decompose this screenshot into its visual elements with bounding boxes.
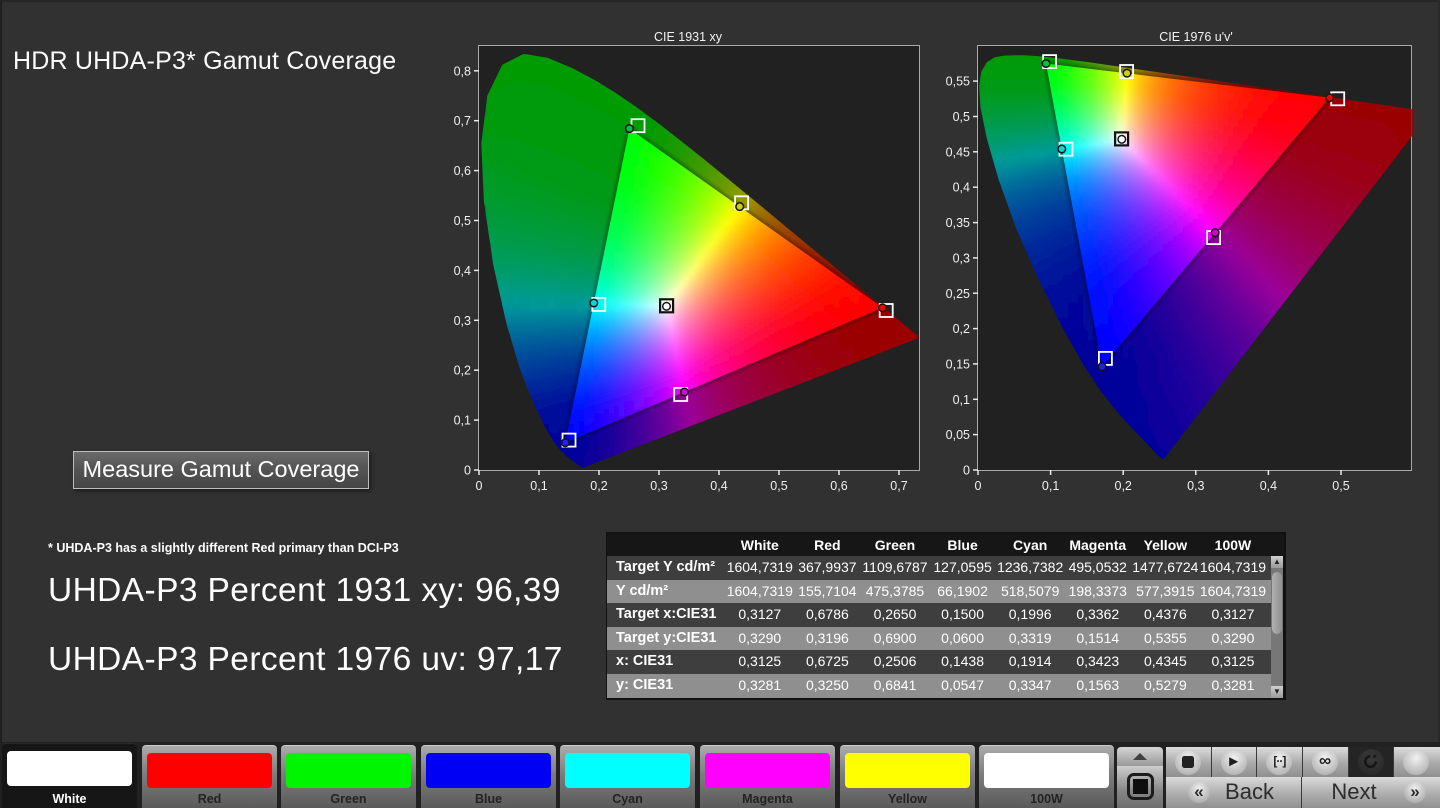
- svg-text:0,15: 0,15: [946, 357, 970, 371]
- svg-text:0,1: 0,1: [530, 479, 547, 493]
- svg-text:0,4: 0,4: [454, 264, 471, 278]
- svg-text:0,7: 0,7: [890, 479, 907, 493]
- svg-text:0,6: 0,6: [454, 164, 471, 178]
- svg-text:0,3: 0,3: [1187, 479, 1204, 493]
- svg-text:0,2: 0,2: [953, 322, 970, 336]
- svg-text:0,7: 0,7: [454, 114, 471, 128]
- svg-text:0,25: 0,25: [946, 287, 970, 301]
- svg-text:0,3: 0,3: [650, 479, 667, 493]
- svg-text:0,05: 0,05: [946, 428, 970, 442]
- svg-text:0,55: 0,55: [946, 75, 970, 89]
- svg-text:0,3: 0,3: [454, 314, 471, 328]
- svg-text:0,45: 0,45: [946, 145, 970, 159]
- svg-text:CIE 1931 xy: CIE 1931 xy: [654, 30, 723, 44]
- svg-text:0,5: 0,5: [770, 479, 787, 493]
- svg-text:0,2: 0,2: [1115, 479, 1132, 493]
- svg-text:0,1: 0,1: [953, 393, 970, 407]
- svg-text:0,4: 0,4: [953, 181, 970, 195]
- svg-text:0,6: 0,6: [830, 479, 847, 493]
- svg-text:0: 0: [464, 464, 471, 478]
- svg-text:0,4: 0,4: [1260, 479, 1277, 493]
- svg-text:0: 0: [963, 464, 970, 478]
- svg-text:0,5: 0,5: [953, 110, 970, 124]
- svg-text:0: 0: [476, 479, 483, 493]
- svg-text:CIE 1976 u'v': CIE 1976 u'v': [1159, 30, 1233, 44]
- svg-text:0: 0: [975, 479, 982, 493]
- svg-text:0,3: 0,3: [953, 251, 970, 265]
- svg-text:0,2: 0,2: [454, 364, 471, 378]
- svg-text:0,5: 0,5: [1332, 479, 1349, 493]
- svg-text:0,5: 0,5: [454, 214, 471, 228]
- svg-text:0,2: 0,2: [590, 479, 607, 493]
- svg-text:0,1: 0,1: [454, 414, 471, 428]
- svg-text:0,1: 0,1: [1042, 479, 1059, 493]
- svg-text:0,35: 0,35: [946, 216, 970, 230]
- svg-text:0,4: 0,4: [710, 479, 727, 493]
- svg-text:0,8: 0,8: [454, 64, 471, 78]
